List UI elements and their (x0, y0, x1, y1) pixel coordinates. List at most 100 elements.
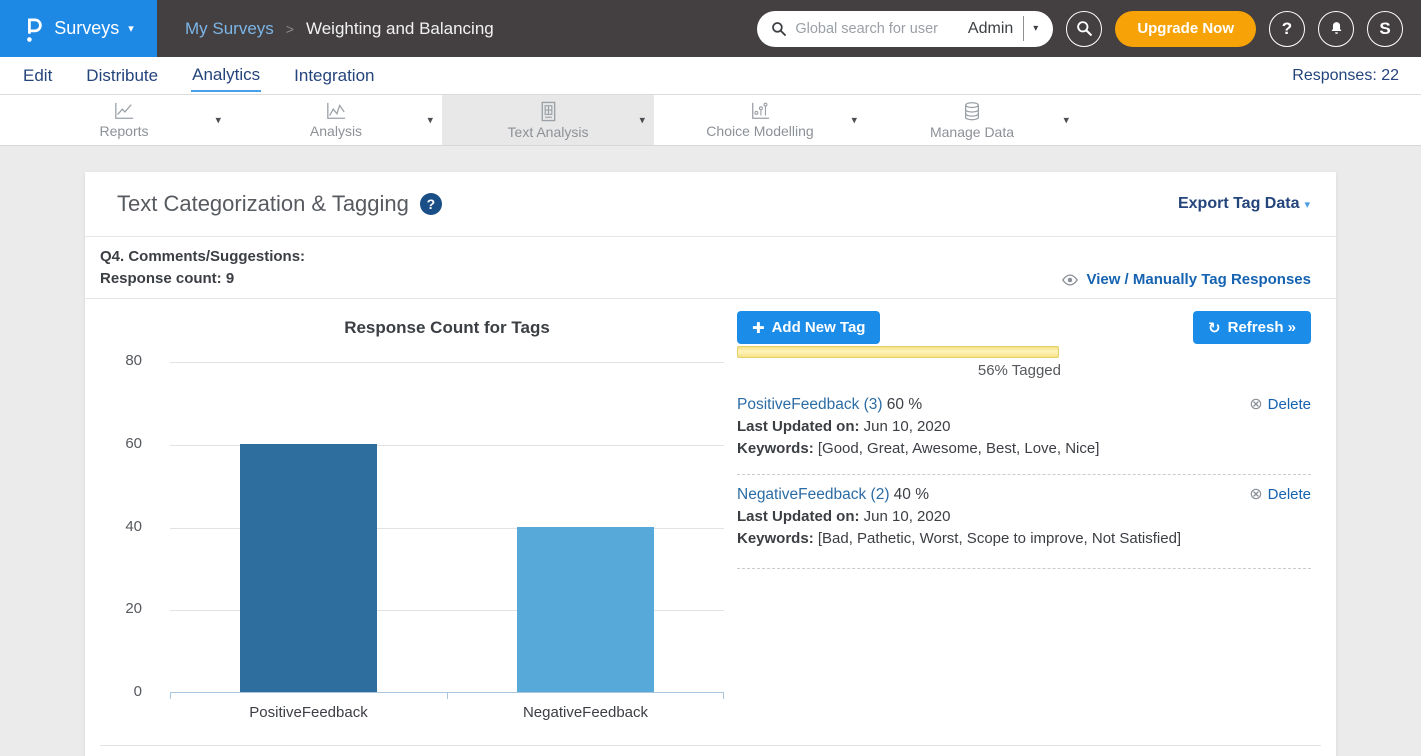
tag-percent: 60 % (887, 396, 922, 413)
y-axis-tick-label: 60 (100, 435, 142, 452)
delete-label: Delete (1268, 484, 1311, 506)
text-tagging-panel: Text Categorization & Tagging ? Export T… (85, 172, 1336, 756)
tag-row-positivefeedback: PositiveFeedback (3) 60 % Last Updated o… (737, 385, 1311, 475)
eye-icon (1061, 274, 1079, 286)
updated-value: Jun 10, 2020 (864, 508, 951, 525)
database-icon (962, 101, 982, 122)
tag-row-negativefeedback: NegativeFeedback (2) 40 % Last Updated o… (737, 475, 1311, 569)
avatar-initial: S (1379, 19, 1390, 39)
add-new-tag-button[interactable]: ✚ Add New Tag (737, 311, 880, 344)
tab-integration[interactable]: Integration (293, 60, 375, 91)
help-button[interactable]: ? (1269, 11, 1305, 47)
tag-percent: 40 % (894, 486, 929, 503)
tag-title-line: NegativeFeedback (2) 40 % (737, 484, 1311, 506)
search-scope-caret-icon[interactable]: ▾ (1024, 23, 1047, 34)
tab-edit[interactable]: Edit (22, 60, 53, 91)
topbar-actions: Admin ▾ Upgrade Now ? S (757, 11, 1421, 47)
tag-updated-line: Last Updated on: Jun 10, 2020 (737, 506, 1311, 528)
tag-title-line: PositiveFeedback (3) 60 % (737, 394, 1311, 416)
response-count: Response count: 9 (100, 268, 305, 290)
refresh-label: Refresh » (1228, 319, 1296, 336)
chevron-down-icon: ▾ (1304, 199, 1310, 211)
chart-plot: PositiveFeedbackNegativeFeedback (170, 362, 724, 693)
toolbar-label: Choice Modelling (706, 123, 813, 139)
updated-value: Jun 10, 2020 (864, 418, 951, 435)
tagged-progress-bar (737, 346, 1059, 358)
search-button[interactable] (1066, 11, 1102, 47)
tag-name-link[interactable]: NegativeFeedback (2) (737, 486, 890, 503)
breadcrumb-separator-icon: > (286, 21, 294, 37)
tag-actions-row: ✚ Add New Tag ↻ Refresh » (737, 311, 1311, 344)
tab-distribute[interactable]: Distribute (85, 60, 159, 91)
keywords-label: Keywords: (737, 530, 814, 547)
avatar[interactable]: S (1367, 11, 1403, 47)
responses-count: Responses: 22 (1292, 67, 1399, 85)
view-manually-tag-link[interactable]: View / Manually Tag Responses (1061, 271, 1311, 288)
toolbar-item-analysis[interactable]: Analysis ▾ (230, 95, 442, 145)
global-search: Admin ▾ (757, 11, 1053, 47)
keywords-value: [Good, Great, Awesome, Best, Love, Nice] (818, 440, 1100, 457)
view-manually-tag-label: View / Manually Tag Responses (1086, 271, 1311, 288)
toolbar-label: Manage Data (930, 124, 1014, 140)
chevron-down-icon[interactable]: ▾ (639, 114, 645, 127)
top-bar: Surveys ▾ My Surveys > Weighting and Bal… (0, 0, 1421, 57)
breadcrumb: My Surveys > Weighting and Balancing (185, 19, 494, 39)
search-scope-selector[interactable]: Admin (968, 20, 1013, 38)
analytics-toolbar: Reports ▾ Analysis ▾ Text Analysis ▾ (0, 95, 1421, 146)
updated-label: Last Updated on: (737, 418, 860, 435)
help-icon[interactable]: ? (420, 193, 442, 215)
toolbar-label: Reports (99, 123, 148, 139)
tag-updated-line: Last Updated on: Jun 10, 2020 (737, 416, 1311, 438)
upgrade-now-button[interactable]: Upgrade Now (1115, 11, 1256, 47)
bell-icon (1328, 20, 1345, 37)
x-axis-tick (723, 693, 724, 699)
export-tag-data-button[interactable]: Export Tag Data▾ (1178, 195, 1310, 213)
question-mark-icon: ? (1282, 19, 1292, 39)
question-row: Q4. Comments/Suggestions: Response count… (85, 237, 1336, 299)
trend-chart-icon (325, 101, 347, 121)
chevron-down-icon[interactable]: ▾ (851, 114, 857, 127)
x-axis-tick (170, 693, 171, 699)
tagged-progress-label: 56% Tagged (737, 362, 1061, 379)
product-switcher[interactable]: Surveys ▾ (0, 0, 157, 57)
chevron-down-icon: ▾ (128, 22, 134, 35)
delete-tag-button[interactable]: ⊗ Delete (1249, 484, 1311, 506)
x-axis-category-label: NegativeFeedback (447, 704, 724, 721)
toolbar-item-reports[interactable]: Reports ▾ (18, 95, 230, 145)
breadcrumb-my-surveys[interactable]: My Surveys (185, 19, 274, 39)
panel-content: Response Count for Tags PositiveFeedback… (85, 299, 1336, 741)
question-text: Q4. Comments/Suggestions: (100, 246, 305, 268)
question-info: Q4. Comments/Suggestions: Response count… (100, 246, 305, 290)
delete-tag-button[interactable]: ⊗ Delete (1249, 394, 1311, 416)
questionpro-logo-icon (23, 14, 45, 44)
toolbar-label: Analysis (310, 123, 362, 139)
x-axis-category-label: PositiveFeedback (170, 704, 447, 721)
notifications-button[interactable] (1318, 11, 1354, 47)
toolbar-item-manage-data[interactable]: Manage Data ▾ (866, 95, 1078, 145)
x-axis-tick (447, 693, 448, 699)
toolbar-item-choice-modelling[interactable]: Choice Modelling ▾ (654, 95, 866, 145)
updated-label: Last Updated on: (737, 508, 860, 525)
add-new-tag-label: Add New Tag (772, 319, 866, 336)
keywords-label: Keywords: (737, 440, 814, 457)
tag-keywords-line: Keywords: [Good, Great, Awesome, Best, L… (737, 438, 1311, 460)
tag-response-chart: Response Count for Tags PositiveFeedback… (100, 311, 725, 741)
toolbar-item-text-analysis[interactable]: Text Analysis ▾ (442, 95, 654, 145)
tag-name-link[interactable]: PositiveFeedback (3) (737, 396, 883, 413)
section-divider (100, 745, 1321, 746)
scatter-chart-icon (749, 101, 771, 121)
tab-analytics[interactable]: Analytics (191, 59, 261, 92)
plus-icon: ✚ (752, 319, 765, 337)
y-axis-tick-label: 20 (100, 600, 142, 617)
y-axis-tick-label: 0 (100, 683, 142, 700)
chevron-down-icon[interactable]: ▾ (1063, 114, 1069, 127)
circle-x-icon: ⊗ (1249, 394, 1262, 416)
chevron-down-icon[interactable]: ▾ (215, 114, 221, 127)
line-chart-icon (113, 101, 135, 121)
breadcrumb-current-survey: Weighting and Balancing (306, 19, 494, 39)
chevron-down-icon[interactable]: ▾ (427, 114, 433, 127)
global-search-input[interactable] (795, 21, 964, 37)
refresh-button[interactable]: ↻ Refresh » (1193, 311, 1311, 344)
survey-nav: Edit Distribute Analytics Integration Re… (0, 57, 1421, 95)
main-area: Text Categorization & Tagging ? Export T… (0, 172, 1421, 756)
